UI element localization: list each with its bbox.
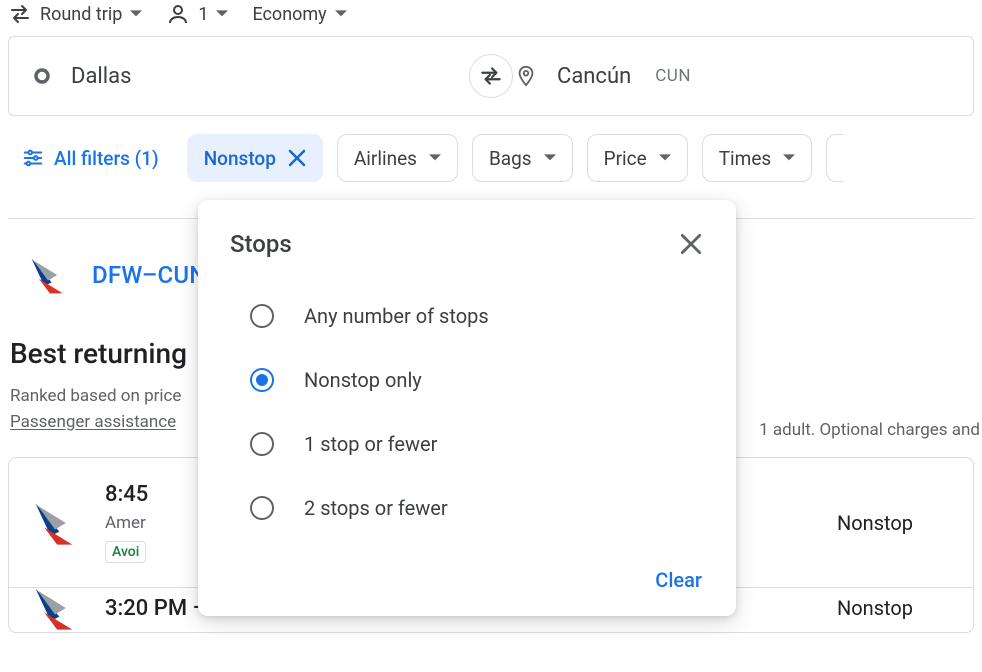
cabin-selector[interactable]: Economy bbox=[252, 4, 346, 25]
chip-label: Airlines bbox=[354, 147, 417, 170]
all-filters-button[interactable]: All filters (1) bbox=[8, 139, 173, 178]
subtext-right: 1 adult. Optional charges and bbox=[759, 420, 980, 440]
passenger-count: 1 bbox=[198, 4, 208, 25]
airline-logo-icon bbox=[26, 253, 70, 297]
destination-value: Cancún bbox=[557, 64, 631, 89]
caret-down-icon bbox=[429, 152, 441, 164]
caret-down-icon bbox=[544, 152, 556, 164]
radio-icon bbox=[250, 368, 274, 392]
stops-popover: Stops Any number of stops Nonstop only 1… bbox=[198, 200, 736, 616]
caret-down-icon bbox=[335, 8, 347, 20]
chip-label: Bags bbox=[489, 147, 532, 170]
filter-chip-price[interactable]: Price bbox=[587, 134, 688, 182]
radio-icon bbox=[250, 432, 274, 456]
radio-label: 2 stops or fewer bbox=[304, 496, 448, 520]
filter-chip-stops[interactable]: Nonstop bbox=[187, 134, 323, 182]
radio-2-stops[interactable]: 2 stops or fewer bbox=[250, 476, 704, 540]
trip-options-bar: Round trip 1 Economy bbox=[0, 0, 982, 36]
search-row: Dallas Cancún CUN bbox=[0, 36, 982, 116]
caret-down-icon bbox=[130, 8, 142, 20]
chip-label: Nonstop bbox=[204, 147, 276, 170]
circle-icon bbox=[33, 67, 51, 85]
close-icon bbox=[678, 231, 704, 257]
person-icon bbox=[166, 2, 190, 26]
filter-chip-more[interactable] bbox=[826, 134, 843, 182]
stops-label: Nonstop bbox=[837, 596, 953, 620]
radio-nonstop[interactable]: Nonstop only bbox=[250, 348, 704, 412]
subtext-left: Ranked based on price bbox=[10, 386, 181, 406]
close-button[interactable] bbox=[678, 231, 704, 257]
clear-button[interactable]: Clear bbox=[655, 568, 702, 592]
avoid-badge: Avoi bbox=[105, 541, 146, 563]
origin-field[interactable]: Dallas bbox=[8, 36, 491, 116]
airline-logo-icon bbox=[29, 497, 81, 549]
radio-label: Any number of stops bbox=[304, 304, 489, 328]
origin-value: Dallas bbox=[71, 64, 131, 89]
all-filters-label: All filters (1) bbox=[54, 147, 159, 170]
chip-label: Times bbox=[719, 147, 772, 170]
passenger-assistance-link[interactable]: Passenger assistance bbox=[10, 412, 176, 432]
radio-1-stop[interactable]: 1 stop or fewer bbox=[250, 412, 704, 476]
cabin-label: Economy bbox=[252, 4, 326, 25]
swap-horiz-icon bbox=[478, 63, 504, 89]
destination-code: CUN bbox=[655, 66, 691, 86]
caret-down-icon bbox=[659, 152, 671, 164]
filter-chip-bags[interactable]: Bags bbox=[472, 134, 573, 182]
close-icon[interactable] bbox=[288, 149, 306, 167]
swap-icon bbox=[8, 2, 32, 26]
passenger-selector[interactable]: 1 bbox=[166, 2, 228, 26]
flight-time: 8:45 bbox=[105, 482, 148, 507]
filter-chip-times[interactable]: Times bbox=[702, 134, 813, 182]
radio-label: Nonstop only bbox=[304, 368, 422, 392]
stops-label: Nonstop bbox=[837, 511, 953, 535]
popover-footer: Clear bbox=[198, 548, 736, 608]
radio-any-stops[interactable]: Any number of stops bbox=[250, 284, 704, 348]
airline-name: Amer bbox=[105, 513, 148, 533]
tune-icon bbox=[22, 147, 44, 169]
swap-button[interactable] bbox=[469, 54, 513, 98]
radio-label: 1 stop or fewer bbox=[304, 432, 437, 456]
popover-title: Stops bbox=[230, 230, 292, 258]
trip-type-selector[interactable]: Round trip bbox=[8, 2, 142, 26]
radio-icon bbox=[250, 304, 274, 328]
filter-chip-airlines[interactable]: Airlines bbox=[337, 134, 458, 182]
filters-row: All filters (1) Nonstop Airlines Bags Pr… bbox=[0, 116, 982, 182]
airline-logo-icon bbox=[29, 588, 81, 632]
caret-down-icon bbox=[783, 152, 795, 164]
stops-radio-group: Any number of stops Nonstop only 1 stop … bbox=[198, 272, 736, 548]
popover-header: Stops bbox=[198, 200, 736, 272]
pin-icon bbox=[515, 63, 537, 89]
destination-field[interactable]: Cancún CUN bbox=[491, 36, 974, 116]
radio-icon bbox=[250, 496, 274, 520]
caret-down-icon bbox=[216, 8, 228, 20]
trip-type-label: Round trip bbox=[40, 4, 122, 25]
chip-label: Price bbox=[604, 147, 647, 170]
route-label[interactable]: DFW–CUN bbox=[92, 261, 207, 289]
flight-info: 8:45 Amer Avoi bbox=[105, 482, 148, 563]
